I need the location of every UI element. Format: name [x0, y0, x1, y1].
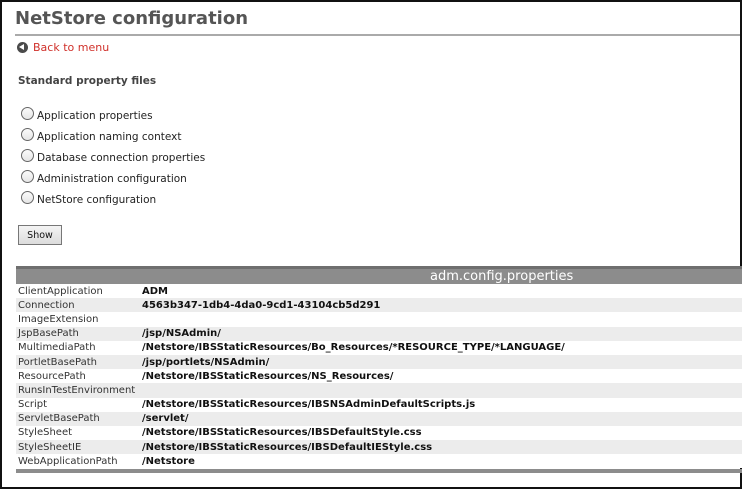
property-key: ServletBasePath: [18, 413, 100, 425]
table-row: WebApplicationPath/Netstore: [16, 454, 742, 469]
table-row: ImageExtension: [16, 312, 742, 327]
property-key: ResourcePath: [18, 370, 86, 382]
page-title: NetStore configuration: [15, 8, 740, 36]
back-arrow-icon: [17, 41, 28, 53]
radio-button[interactable]: [21, 107, 34, 120]
property-value: /Netstore: [142, 455, 195, 467]
radio-button[interactable]: [21, 128, 34, 141]
table-row: Script/Netstore/IBSStaticResources/IBSNS…: [16, 397, 742, 412]
property-key: Connection: [18, 299, 75, 311]
back-to-menu-link[interactable]: Back to menu: [17, 40, 109, 54]
property-value: /Netstore/IBSStaticResources/IBSDefaultI…: [142, 441, 433, 453]
table-title: adm.config.properties: [430, 269, 574, 284]
property-value: /jsp/portlets/NSAdmin/: [142, 356, 270, 368]
table-row: Connection 4563b347-1db4-4da0-9cd1-43104c…: [16, 298, 742, 313]
property-key: WebApplicationPath: [18, 455, 118, 467]
property-key: PortletBasePath: [18, 356, 97, 368]
property-value: /Netstore/IBSStaticResources/IBSNSAdminD…: [142, 399, 476, 411]
radio-button[interactable]: [21, 170, 34, 183]
back-link-label: Back to menu: [33, 40, 110, 54]
property-key: StyleSheetIE: [18, 441, 82, 453]
table-row: StyleSheet/Netstore/IBSStaticResources/I…: [16, 425, 742, 441]
radio-label: Database connection properties: [37, 151, 206, 164]
property-key: ClientApplication: [18, 285, 103, 297]
radio-label: Application properties: [37, 109, 153, 122]
table-row: ServletBasePath/servlet/: [16, 411, 742, 426]
property-key: MultimediaPath: [18, 342, 96, 354]
property-value: /Netstore/IBSStaticResources/IBSDefaultS…: [142, 427, 422, 439]
radio-option-application-properties[interactable]: Application properties: [21, 105, 205, 126]
radio-option-administration-configuration[interactable]: Administration configuration: [21, 168, 205, 189]
property-value: /jsp/NSAdmin/: [142, 328, 221, 340]
radio-option-netstore-configuration[interactable]: NetStore configuration: [21, 189, 205, 210]
property-key: StyleSheet: [18, 427, 73, 439]
table-row: MultimediaPath/Netstore/IBSStaticResourc…: [16, 340, 742, 355]
radio-button[interactable]: [21, 149, 34, 162]
section-heading: Standard property files: [18, 75, 157, 87]
property-key: Script: [18, 399, 48, 411]
property-key: JspBasePath: [18, 328, 79, 340]
property-file-radio-group: Application properties Application namin…: [21, 105, 205, 210]
table-footer-bar: [16, 469, 742, 474]
table-row: JspBasePath/jsp/NSAdmin/: [16, 326, 742, 341]
property-value: ADM: [142, 285, 168, 297]
properties-table: adm.config.properties ClientApplication A…: [16, 266, 742, 474]
property-value: /Netstore/IBSStaticResources/NS_Resource…: [142, 370, 394, 382]
radio-button[interactable]: [21, 191, 34, 204]
table-header: adm.config.properties: [16, 266, 742, 284]
window-frame: NetStore configuration Back to menu Stan…: [0, 0, 742, 489]
table-body: ClientApplication ADM Connection 4563b347-1…: [16, 284, 742, 469]
table-row: PortletBasePath/jsp/portlets/NSAdmin/: [16, 354, 742, 370]
radio-option-application-naming-context[interactable]: Application naming context: [21, 126, 205, 147]
radio-label: Administration configuration: [37, 172, 187, 185]
table-row: ResourcePath/Netstore/IBSStaticResources…: [16, 369, 742, 384]
radio-label: Application naming context: [37, 130, 182, 143]
property-value: 4563b347-1db4-4da0-9cd1-43104cb5d291: [142, 299, 381, 311]
table-row: RunsInTestEnvironment: [16, 383, 742, 398]
show-button[interactable]: Show: [18, 225, 62, 245]
property-key: RunsInTestEnvironment: [18, 384, 136, 396]
table-row: StyleSheetIE/Netstore/IBSStaticResources…: [16, 440, 742, 455]
property-value: /Netstore/IBSStaticResources/Bo_Resource…: [142, 342, 565, 354]
property-key: ImageExtension: [18, 313, 99, 325]
table-row: ClientApplication ADM: [16, 284, 742, 299]
radio-option-database-connection-properties[interactable]: Database connection properties: [21, 147, 205, 168]
radio-label: NetStore configuration: [37, 193, 157, 206]
property-value: /servlet/: [142, 413, 189, 425]
